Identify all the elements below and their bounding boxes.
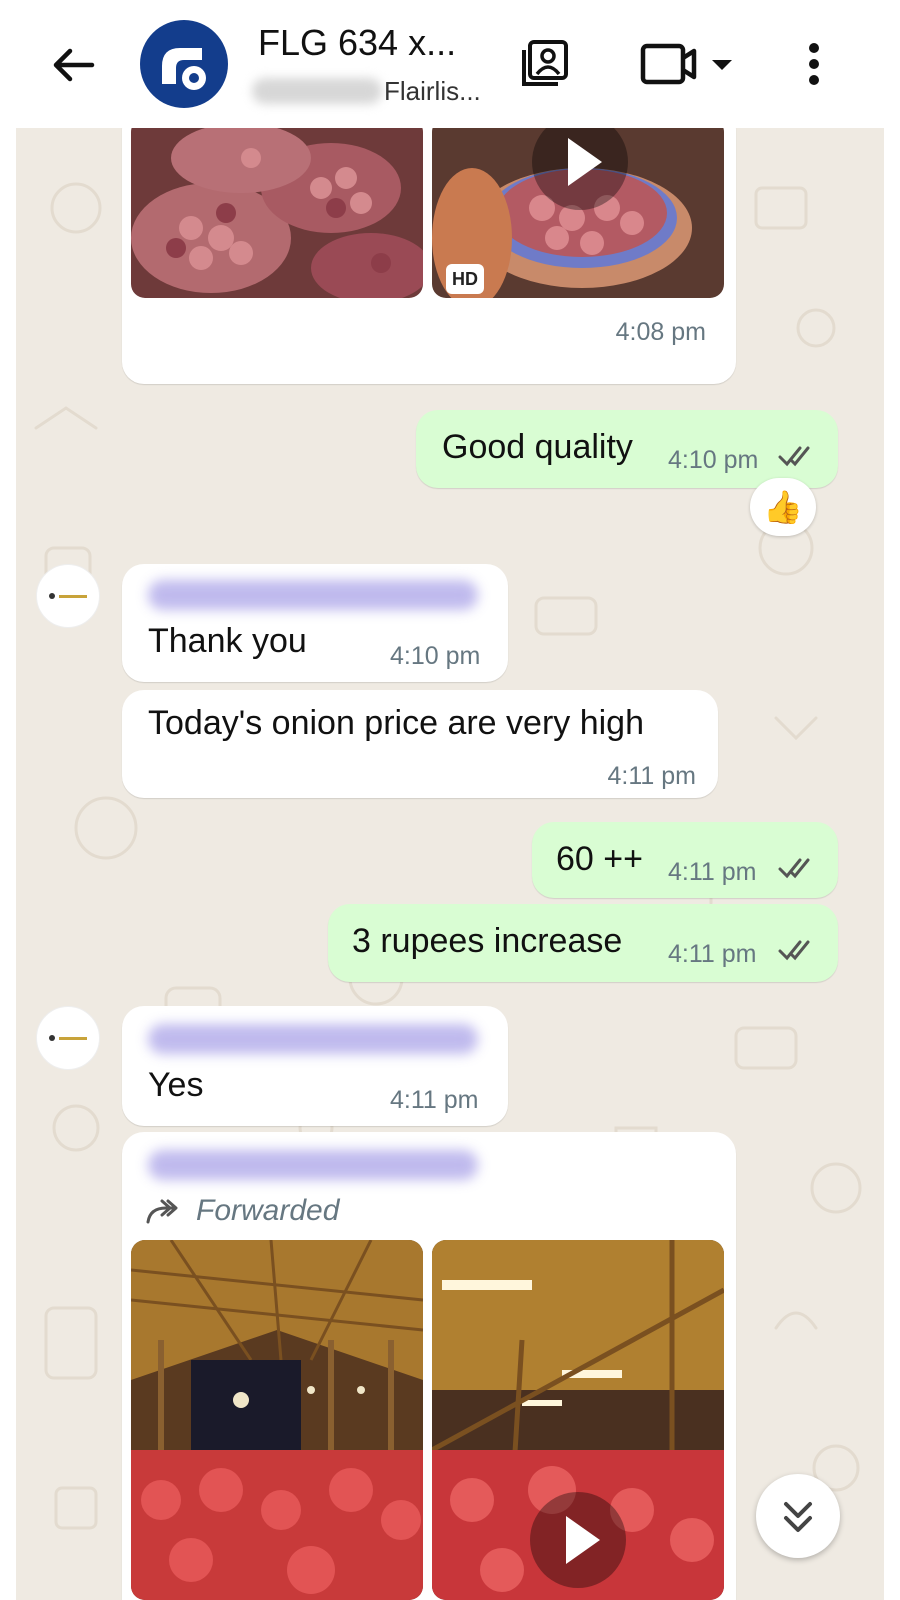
message-bubble-incoming[interactable]: Thank you 4:10 pm xyxy=(122,564,508,682)
redacted-sender-name xyxy=(148,580,478,610)
forwarded-label: Forwarded xyxy=(196,1194,340,1227)
chat-subtitle[interactable]: Flairlis... xyxy=(252,74,492,110)
hd-badge: HD xyxy=(446,264,484,294)
scroll-to-bottom-button[interactable] xyxy=(756,1474,840,1558)
more-vert-icon[interactable] xyxy=(802,40,826,88)
redacted-sender-name xyxy=(148,1024,478,1054)
message-time: 4:08 pm xyxy=(615,318,706,346)
message-time: 4:11 pm xyxy=(668,858,757,886)
forwarded-icon xyxy=(146,1199,178,1224)
double-chevron-down-icon xyxy=(784,1502,812,1532)
conversation-area[interactable]: HD 4:08 pm Good quality 4:10 pm 👍 Thank … xyxy=(16,128,884,1600)
contact-card-icon[interactable] xyxy=(520,38,572,90)
reaction-badge[interactable]: 👍 xyxy=(750,478,816,536)
message-text: Yes xyxy=(148,1066,204,1104)
image-thumbnail[interactable] xyxy=(131,1240,423,1600)
sender-avatar[interactable] xyxy=(36,564,100,628)
chat-title[interactable]: FLG 634 x... xyxy=(258,22,456,64)
onion-baskets-image xyxy=(131,128,423,298)
message-text: Today's onion price are very high xyxy=(148,704,644,742)
redacted-participants xyxy=(252,78,382,104)
subtitle-text: Flairlis... xyxy=(384,76,481,106)
video-thumbnail[interactable] xyxy=(432,1240,724,1600)
play-icon[interactable] xyxy=(530,1492,626,1588)
message-bubble-outgoing[interactable]: Good quality 4:10 pm xyxy=(416,410,838,488)
arrow-left-icon[interactable] xyxy=(48,40,98,90)
message-text: Thank you xyxy=(148,622,307,660)
read-receipt-icon xyxy=(778,858,810,879)
message-bubble-incoming[interactable]: Yes 4:11 pm xyxy=(122,1006,508,1126)
group-logo-icon xyxy=(162,48,206,90)
message-text: 60 ++ xyxy=(556,840,643,878)
message-bubble-media-forwarded[interactable]: Forwarded xyxy=(122,1132,736,1600)
message-bubble-incoming[interactable]: Today's onion price are very high 4:11 p… xyxy=(122,690,718,798)
message-bubble-outgoing[interactable]: 60 ++ 4:11 pm xyxy=(532,822,838,898)
message-text: 3 rupees increase xyxy=(352,922,623,960)
image-thumbnail[interactable] xyxy=(131,128,423,298)
message-time: 4:11 pm xyxy=(668,940,757,968)
contact-avatar[interactable] xyxy=(140,20,228,108)
message-time: 4:10 pm xyxy=(390,642,481,670)
read-receipt-icon xyxy=(778,940,810,961)
warehouse-image xyxy=(131,1240,423,1600)
sender-avatar[interactable] xyxy=(36,1006,100,1070)
message-time: 4:11 pm xyxy=(607,762,696,790)
message-text: Good quality xyxy=(442,428,633,466)
message-time: 4:10 pm xyxy=(668,446,759,474)
video-thumbnail[interactable]: HD xyxy=(432,128,724,298)
video-camera-icon[interactable] xyxy=(640,42,736,86)
message-bubble-outgoing[interactable]: 3 rupees increase 4:11 pm xyxy=(328,904,838,982)
message-time: 4:11 pm xyxy=(390,1086,479,1114)
read-receipt-icon xyxy=(778,446,810,467)
message-bubble-media[interactable]: HD 4:08 pm xyxy=(122,128,736,384)
redacted-sender-name xyxy=(148,1150,478,1180)
chat-header: FLG 634 x... Flairlis... xyxy=(0,0,900,128)
